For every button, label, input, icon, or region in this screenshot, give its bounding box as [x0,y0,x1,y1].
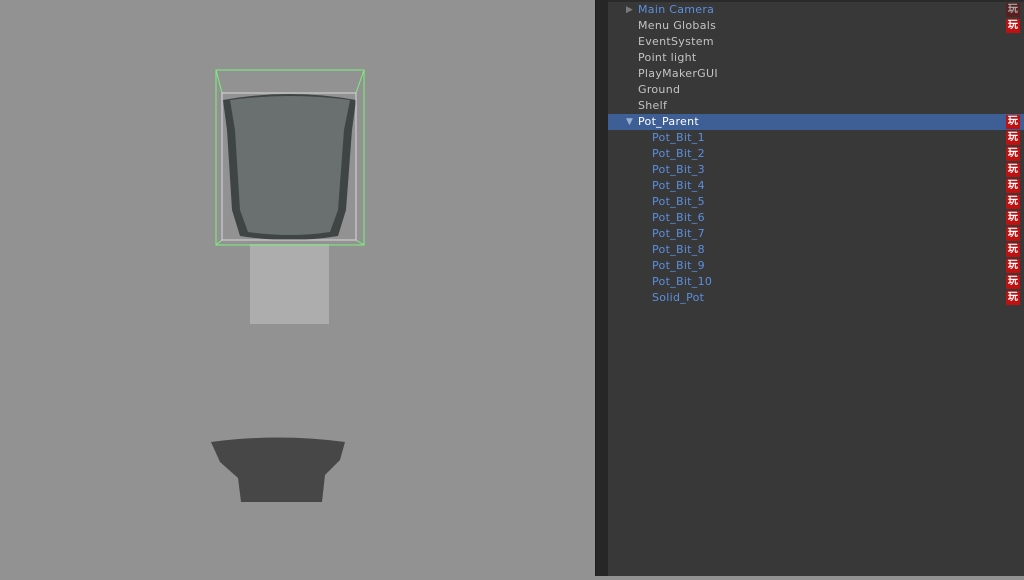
hierarchy-item[interactable]: Pot_Bit_8 玩 [608,242,1024,258]
hierarchy-item[interactable]: EventSystem [608,34,1024,50]
hierarchy-item-label: Main Camera [638,3,715,16]
hierarchy-item[interactable]: Pot_Bit_3 玩 [608,162,1024,178]
pot-shadow [211,437,345,502]
hierarchy-item[interactable]: Pot_Bit_5 玩 [608,194,1024,210]
playmaker-icon[interactable]: 玩 [1006,163,1020,177]
hierarchy-item-label: Pot_Parent [638,115,699,128]
hierarchy-item[interactable]: PlayMakerGUI [608,66,1024,82]
playmaker-icon[interactable]: 玩 [1006,227,1020,241]
hierarchy-item-label: Ground [638,83,681,96]
playmaker-icon[interactable]: 玩 [1006,3,1020,17]
hierarchy-item-label: Solid_Pot [652,291,705,304]
expand-arrow-down-icon[interactable]: ▼ [626,114,633,130]
hierarchy-item-label: Pot_Bit_3 [652,163,705,176]
hierarchy-item[interactable]: Pot_Bit_2 玩 [608,146,1024,162]
playmaker-icon[interactable]: 玩 [1006,291,1020,305]
panel-splitter[interactable] [595,0,609,576]
hierarchy-item[interactable]: Solid_Pot 玩 [608,290,1024,306]
hierarchy-item[interactable]: Point light [608,50,1024,66]
hierarchy-item[interactable]: Pot_Bit_7 玩 [608,226,1024,242]
playmaker-icon[interactable]: 玩 [1006,19,1020,33]
hierarchy-item[interactable]: Pot_Bit_1 玩 [608,130,1024,146]
pot-face [230,96,350,235]
hierarchy-item-label: Pot_Bit_4 [652,179,705,192]
playmaker-icon[interactable]: 玩 [1006,259,1020,273]
hierarchy-item[interactable]: ▼ Pot_Parent 玩 [608,114,1024,130]
playmaker-icon[interactable]: 玩 [1006,243,1020,257]
scene-canvas[interactable] [0,0,595,576]
hierarchy-item-label: Shelf [638,99,668,112]
playmaker-icon[interactable]: 玩 [1006,275,1020,289]
hierarchy-item[interactable]: Pot_Bit_6 玩 [608,210,1024,226]
hierarchy-item[interactable]: Shelf [608,98,1024,114]
hierarchy-item-label: Pot_Bit_5 [652,195,705,208]
hierarchy-item-label: Menu Globals [638,19,717,32]
hierarchy-item-label: EventSystem [638,35,714,48]
hierarchy-item-label: Point light [638,51,697,64]
hierarchy-item-label: Pot_Bit_8 [652,243,705,256]
hierarchy-item[interactable]: Pot_Bit_4 玩 [608,178,1024,194]
hierarchy-item[interactable]: Menu Globals 玩 [608,18,1024,34]
hierarchy-item-label: Pot_Bit_9 [652,259,705,272]
hierarchy-item-label: Pot_Bit_6 [652,211,705,224]
playmaker-icon[interactable]: 玩 [1006,179,1020,193]
playmaker-icon[interactable]: 玩 [1006,115,1020,129]
playmaker-icon[interactable]: 玩 [1006,211,1020,225]
hierarchy-item[interactable]: Pot_Bit_9 玩 [608,258,1024,274]
scene-view[interactable] [0,0,595,576]
hierarchy-item-label: Pot_Bit_1 [652,131,705,144]
playmaker-icon[interactable]: 玩 [1006,147,1020,161]
hierarchy-item[interactable]: Ground [608,82,1024,98]
hierarchy-item-label: Pot_Bit_10 [652,275,713,288]
expand-arrow-right-icon[interactable]: ▶ [626,2,633,18]
playmaker-icon[interactable]: 玩 [1006,195,1020,209]
hierarchy-panel: ▶ Main Camera 玩 Menu Globals 玩 EventSystem Poi… [608,0,1024,576]
hierarchy-item-label: PlayMakerGUI [638,67,718,80]
hierarchy-item[interactable]: ▶ Main Camera 玩 [608,2,1024,18]
hierarchy-item-label: Pot_Bit_2 [652,147,705,160]
playmaker-icon[interactable]: 玩 [1006,131,1020,145]
hierarchy-item-label: Pot_Bit_7 [652,227,705,240]
hierarchy-item[interactable]: Pot_Bit_10 玩 [608,274,1024,290]
shelf [250,244,329,324]
